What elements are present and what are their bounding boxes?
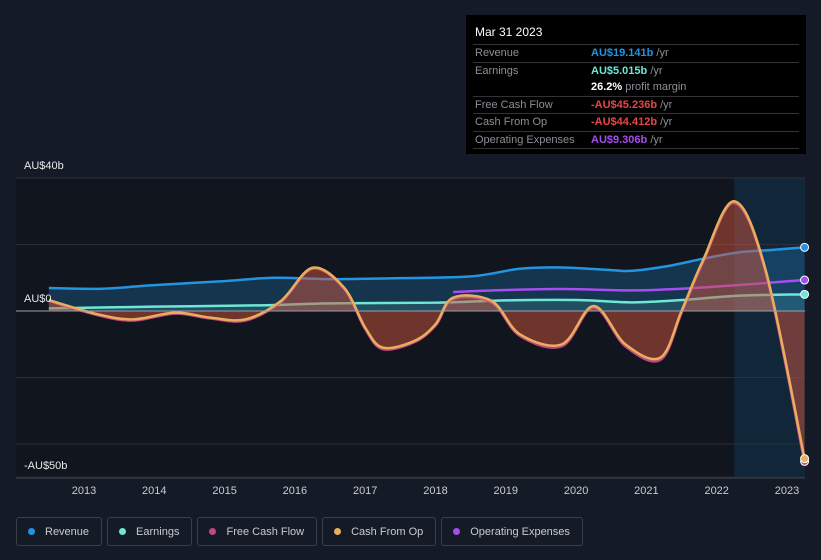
tooltip-amount: AU$5.015b (591, 64, 648, 77)
x-tick-label: 2016 (282, 485, 308, 497)
tooltip-amount: -AU$45.236b (591, 98, 658, 111)
tooltip-row: Cash From Op -AU$44.412b /yr (473, 113, 799, 131)
tooltip-unit: /yr (653, 47, 669, 60)
tooltip-date: Mar 31 2023 (475, 25, 543, 39)
tooltip-label: Operating Expenses (475, 133, 575, 146)
tooltip-value: -AU$44.412b /yr (591, 116, 672, 128)
operating-expenses-end-point (800, 275, 810, 285)
cash-from-op-end-point (800, 454, 810, 464)
legend-dot-icon (209, 528, 217, 535)
x-tick-label: 2015 (212, 485, 237, 497)
x-tick-label: 2017 (352, 485, 378, 497)
tooltip-label: Earnings (475, 64, 519, 77)
earnings-end-point (800, 289, 810, 299)
legend-item-revenue[interactable]: Revenue (16, 517, 103, 546)
y-tick-label: AU$40b (24, 160, 64, 172)
tooltip-label: Cash From Op (475, 116, 548, 129)
legend: Revenue Earnings Free Cash Flow Cash From O… (16, 517, 583, 546)
x-tick-label: 2018 (423, 485, 448, 497)
legend-item-operating-expenses[interactable]: Operating Expenses (441, 517, 583, 546)
legend-dot-icon (28, 528, 35, 535)
legend-item-free-cash-flow[interactable]: Free Cash Flow (197, 517, 318, 546)
legend-label: Operating Expenses (470, 525, 570, 538)
tooltip-row: Revenue AU$19.141b /yr (473, 44, 799, 62)
tooltip-amount: -AU$44.412b (591, 116, 658, 129)
y-tick-label: AU$0 (24, 293, 52, 305)
tooltip-value: 26.2% profit margin (591, 81, 686, 93)
tooltip-row: 26.2% profit margin (473, 79, 799, 96)
tooltip-unit: profit margin (622, 81, 687, 94)
tooltip-label: Revenue (475, 47, 520, 60)
x-tick-label: 2013 (71, 485, 97, 497)
tooltip-value: AU$5.015b /yr (591, 65, 663, 77)
tooltip-unit: /yr (647, 133, 663, 146)
x-tick-label: 2019 (493, 485, 519, 497)
legend-item-cash-from-op[interactable]: Cash From Op (322, 517, 437, 546)
legend-label: Earnings (136, 525, 180, 538)
tooltip-amount: 26.2% (591, 81, 623, 94)
y-tick-label: -AU$50b (24, 460, 68, 472)
revenue-end-point (800, 242, 810, 252)
x-tick-label: 2020 (563, 485, 589, 497)
tooltip-label: Free Cash Flow (475, 98, 553, 111)
tooltip-unit: /yr (657, 116, 673, 129)
tooltip-row: Free Cash Flow -AU$45.236b /yr (473, 95, 799, 114)
tooltip-value: -AU$45.236b /yr (591, 99, 672, 111)
tooltip-value: AU$19.141b /yr (591, 47, 669, 59)
x-tick-label: 2014 (142, 485, 167, 497)
legend-dot-icon (119, 528, 127, 535)
x-tick-label: 2022 (704, 485, 729, 497)
tooltip-amount: AU$19.141b (591, 47, 654, 60)
legend-label: Revenue (45, 525, 90, 538)
tooltip: Mar 31 2023 Revenue AU$19.141b /yr Earning… (466, 15, 806, 154)
tooltip-row: Operating Expenses AU$9.306b /yr (473, 130, 799, 149)
legend-item-earnings[interactable]: Earnings (107, 517, 193, 546)
legend-label: Free Cash Flow (226, 525, 305, 538)
tooltip-unit: /yr (647, 64, 663, 77)
legend-label: Cash From Op (351, 525, 424, 538)
x-tick-label: 2021 (634, 485, 659, 497)
tooltip-unit: /yr (657, 98, 673, 111)
tooltip-amount: AU$9.306b (591, 133, 648, 146)
legend-dot-icon (334, 528, 342, 535)
tooltip-value: AU$9.306b /yr (591, 134, 663, 146)
tooltip-row: Earnings AU$5.015b /yr (473, 61, 799, 80)
x-tick-label: 2023 (774, 485, 800, 497)
legend-dot-icon (453, 528, 461, 535)
